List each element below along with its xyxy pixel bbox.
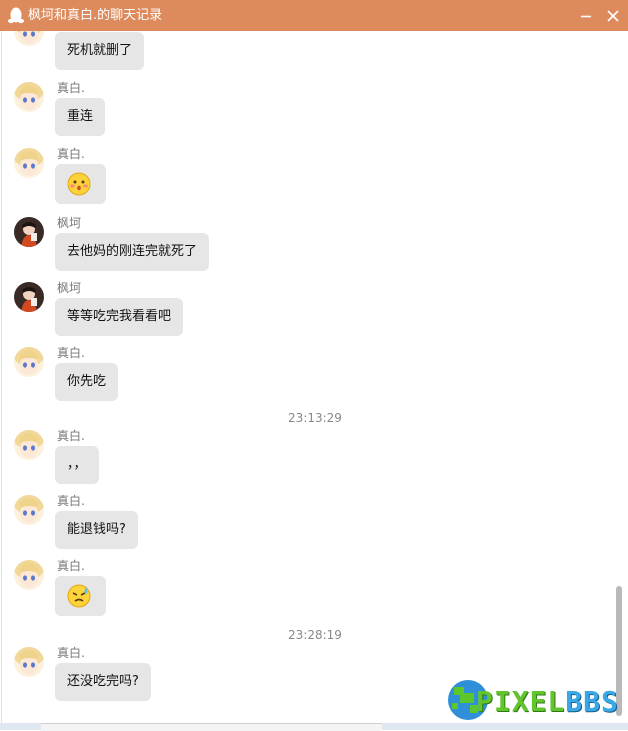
message-bubble[interactable]: 等等吃完我看看吧: [55, 298, 184, 336]
sender-name: 枫坷: [57, 281, 82, 295]
window-title: 枫坷和真白.的聊天记录: [28, 8, 163, 23]
avatar-fengke: [14, 217, 44, 247]
sender-name: 真白.: [57, 147, 85, 161]
close-icon: [607, 10, 619, 22]
chat-message: 枫坷 等等吃完我看看吧: [2, 281, 602, 342]
chat-message: 真白.: [2, 559, 602, 620]
timestamp: 23:28:19: [288, 628, 342, 642]
sender-name: 真白.: [57, 346, 85, 360]
minimize-button[interactable]: [576, 6, 596, 26]
chat-message: 真白. 能退钱吗?: [2, 494, 602, 555]
avatar-mashiro: [14, 647, 44, 677]
sweat-emoji-icon: [66, 583, 92, 609]
sender-name: 真白.: [57, 81, 85, 95]
sender-name: 真白.: [57, 494, 85, 508]
message-bubble[interactable]: 去他妈的刚连完就死了: [55, 233, 210, 271]
emoji-icon[interactable]: [318, 723, 352, 730]
message-bubble[interactable]: [55, 576, 106, 616]
watermark-text: PIXELBBS: [476, 685, 619, 719]
title-bar: 枫坷和真白.的聊天记录: [0, 0, 628, 31]
qq-penguin-icon: [8, 6, 24, 25]
chat-message: 真白. 你先吃: [2, 346, 602, 407]
chat-message: 真白. ，，: [2, 429, 602, 490]
close-button[interactable]: [603, 6, 623, 26]
message-bubble[interactable]: [55, 164, 106, 204]
chat-message: 真白.: [2, 147, 602, 208]
message-bubble[interactable]: ，，: [55, 446, 99, 484]
watermark-pixel: PIXEL: [476, 685, 566, 718]
blush-emoji-icon: [66, 171, 92, 197]
message-bubble[interactable]: 死机就删了: [55, 32, 145, 70]
sender-name: 真白.: [57, 429, 85, 443]
avatar-mashiro: [14, 495, 44, 525]
avatar-mashiro: [14, 82, 44, 112]
chat-message: 枫坷 去他妈的刚连完就死了: [2, 216, 602, 277]
sender-name: 枫坷: [57, 216, 82, 230]
message-bubble[interactable]: 重连: [55, 98, 106, 136]
timestamp: 23:13:29: [288, 411, 342, 425]
chat-history[interactable]: 死机就删了 真白. 重连 真白. 枫坷 去他妈的刚连完就死了 枫坷 等等吃完我看…: [1, 31, 628, 723]
avatar-mashiro: [14, 430, 44, 460]
message-bubble[interactable]: 能退钱吗?: [55, 511, 138, 549]
minimize-icon: [581, 15, 591, 18]
avatar-mashiro: [14, 560, 44, 590]
avatar-mashiro: [14, 347, 44, 377]
sender-name: 真白.: [57, 559, 85, 573]
watermark-bbs: BBS: [565, 685, 619, 718]
avatar-mashiro: [14, 148, 44, 178]
sender-name: 真白.: [57, 646, 85, 660]
avatar-mashiro: [14, 31, 44, 46]
chat-message: 真白. 重连: [2, 81, 602, 142]
message-bubble[interactable]: 你先吃: [55, 363, 119, 401]
chat-message: 死机就删了: [2, 31, 602, 76]
message-bubble[interactable]: 还没吃完吗?: [55, 663, 151, 701]
avatar-fengke: [14, 282, 44, 312]
